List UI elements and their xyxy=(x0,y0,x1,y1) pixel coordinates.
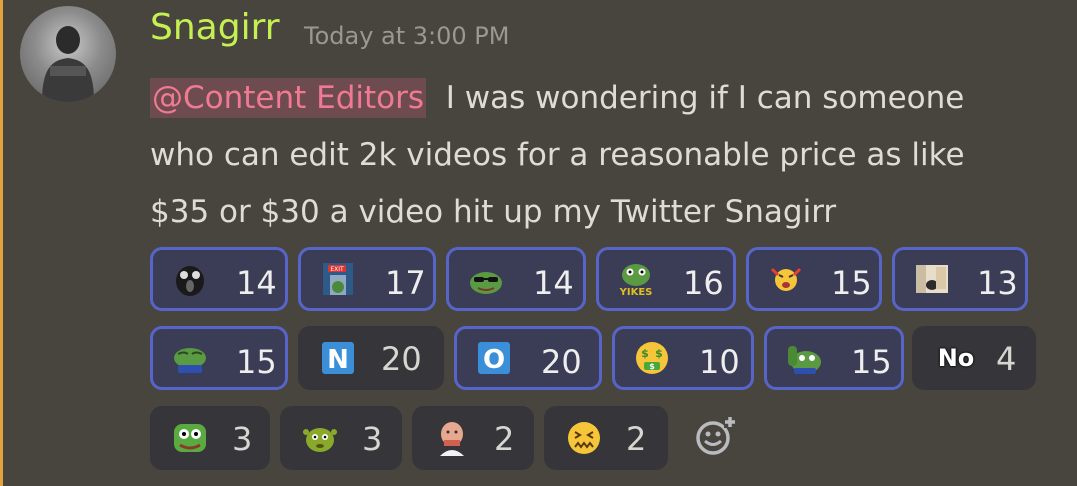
reaction-count: 10 xyxy=(699,343,740,381)
pepe-sunglasses-emoji xyxy=(468,261,504,297)
no-label: No xyxy=(937,344,975,372)
message-text-line-1: I was wondering if I can someone xyxy=(445,80,965,116)
reaction-count: 2 xyxy=(626,420,647,458)
reaction-bald-man[interactable]: 2 xyxy=(412,406,534,470)
no-text-emoji: No xyxy=(934,340,978,376)
add-reaction-button[interactable] xyxy=(694,414,738,458)
photo-emoji xyxy=(914,261,950,297)
message-content: @Content Editors I was wondering if I ca… xyxy=(150,70,1050,241)
reaction-confounded-face[interactable]: 2 xyxy=(544,406,668,470)
letter-o-text: O xyxy=(483,345,505,375)
message-highlight-bar xyxy=(0,0,3,486)
reaction-count: 15 xyxy=(851,343,892,381)
reaction-pepe-face[interactable]: 3 xyxy=(150,406,270,470)
pepe-hand-emoji xyxy=(786,340,822,376)
money-mouth-face-emoji: $ $ $ xyxy=(634,340,670,376)
reaction-pepe-hand[interactable]: 15 xyxy=(764,326,904,390)
reaction-count: 15 xyxy=(831,264,872,302)
reaction-money-mouth[interactable]: $ $ $ 10 xyxy=(612,326,754,390)
message-text-line-2: who can edit 2k videos for a reasonable … xyxy=(150,137,965,173)
add-reaction-icon xyxy=(696,416,736,455)
reaction-letter-n[interactable]: N 20 xyxy=(298,326,444,390)
letter-n-text: N xyxy=(327,345,349,375)
reaction-count: 3 xyxy=(362,420,383,458)
message-text-line-3: $35 or $30 a video hit up my Twitter Sna… xyxy=(150,194,837,230)
letter-o-emoji: O xyxy=(476,340,512,376)
angry-face-emoji xyxy=(768,261,804,297)
avatar[interactable] xyxy=(20,6,116,102)
reaction-count: 20 xyxy=(381,340,422,378)
reaction-no[interactable]: No 4 xyxy=(912,326,1036,390)
reaction-count: 2 xyxy=(494,420,515,458)
pepe-face-emoji xyxy=(172,420,208,456)
reaction-exit-door[interactable]: EXIT 17 xyxy=(298,247,436,311)
pepe-smug-emoji xyxy=(172,340,208,376)
exit-door-pepe-emoji: EXIT xyxy=(320,261,356,297)
reaction-count: 14 xyxy=(533,264,574,302)
bald-man-emoji xyxy=(434,420,470,456)
shocked-face-emoji xyxy=(172,261,208,297)
reaction-count: 15 xyxy=(236,343,277,381)
reaction-angry-face[interactable]: 15 xyxy=(746,247,882,311)
svg-text:$: $ xyxy=(641,347,649,360)
reaction-shrek-face[interactable]: 3 xyxy=(280,406,402,470)
username[interactable]: Snagirr xyxy=(150,10,280,46)
reaction-pepe-sunglasses[interactable]: 14 xyxy=(446,247,586,311)
reaction-shocked-face[interactable]: 14 xyxy=(150,247,288,311)
reaction-count: 17 xyxy=(385,264,426,302)
confounded-face-emoji xyxy=(566,420,602,456)
role-mention[interactable]: @Content Editors xyxy=(150,78,427,118)
reaction-count: 20 xyxy=(541,343,582,381)
letter-n-emoji: N xyxy=(320,340,356,376)
reaction-pepe-smug[interactable]: 15 xyxy=(150,326,288,390)
reaction-letter-o[interactable]: O 20 xyxy=(454,326,602,390)
yikes-label: YIKES xyxy=(619,287,653,297)
timestamp: Today at 3:00 PM xyxy=(304,22,510,50)
reaction-count: 13 xyxy=(977,264,1018,302)
reaction-count: 14 xyxy=(236,264,277,302)
svg-text:$: $ xyxy=(655,347,663,360)
reaction-count: 16 xyxy=(683,264,724,302)
reaction-pepe-yikes[interactable]: YIKES 16 xyxy=(596,247,736,311)
svg-text:EXIT: EXIT xyxy=(330,266,344,273)
reaction-count: 3 xyxy=(232,420,253,458)
shrek-face-emoji xyxy=(302,420,338,456)
reaction-photo[interactable]: 13 xyxy=(892,247,1028,311)
pepe-yikes-emoji: YIKES xyxy=(618,261,654,297)
reaction-count: 4 xyxy=(996,340,1017,378)
svg-text:$: $ xyxy=(649,362,655,371)
